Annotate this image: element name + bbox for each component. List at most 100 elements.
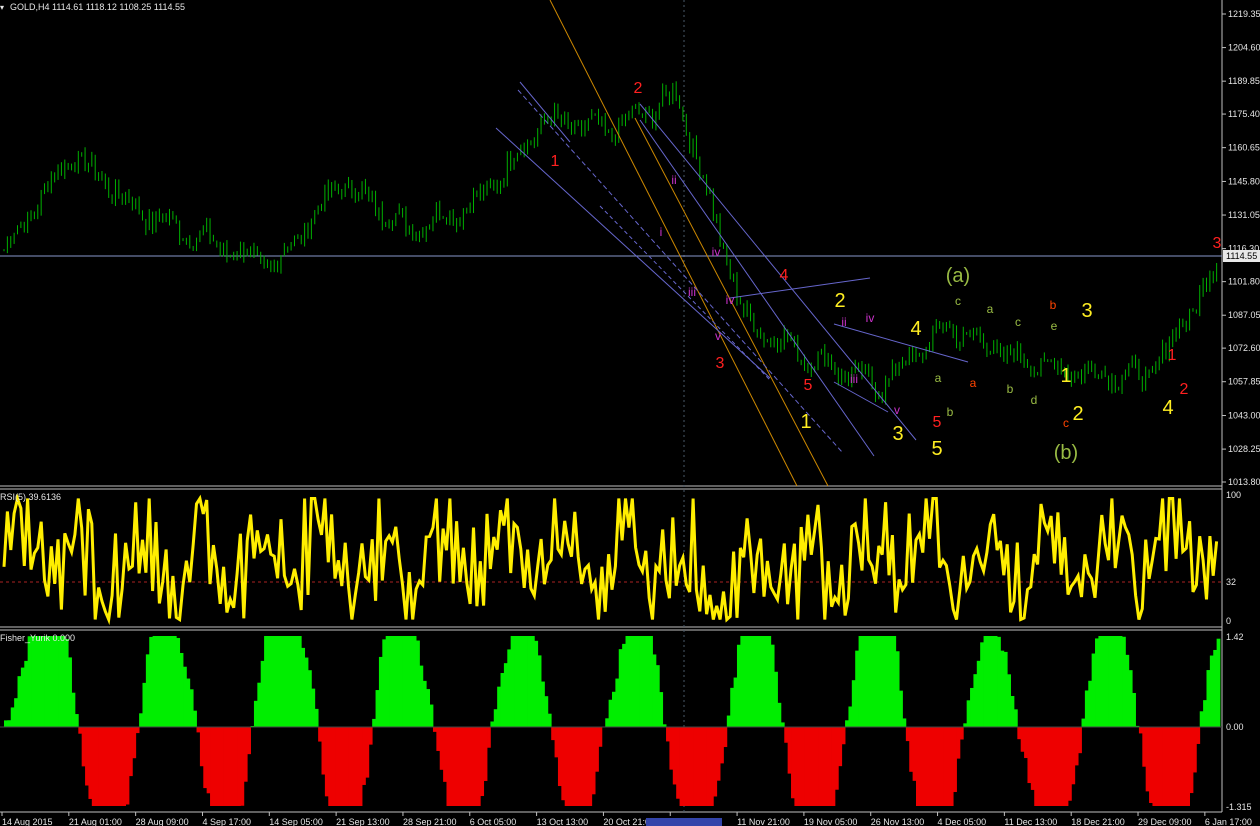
fisher-bar-positive xyxy=(260,660,265,727)
fisher-bar-positive xyxy=(997,636,1001,727)
fisher-bar-positive xyxy=(902,718,907,727)
fisher-bar-negative xyxy=(912,727,917,781)
fisher-bar-positive xyxy=(764,636,768,727)
fisher-bar-negative xyxy=(595,727,599,772)
fisher-bar-positive xyxy=(780,722,785,727)
fisher-bar-negative xyxy=(1165,727,1170,806)
fisher-bar-negative xyxy=(578,727,582,806)
fisher-bar-negative xyxy=(436,727,441,751)
wave-label: (b) xyxy=(1054,442,1078,464)
time-axis-label: 11 Dec 13:00 xyxy=(1004,817,1057,826)
fisher-bar-negative xyxy=(1159,727,1163,806)
fisher-bar-negative xyxy=(669,727,674,770)
fisher-bar-negative xyxy=(666,727,670,742)
fisher-bar-negative xyxy=(814,727,819,806)
fisher-bar-positive xyxy=(861,636,866,727)
fisher-bar-positive xyxy=(882,636,886,727)
fisher-bar-negative xyxy=(1057,727,1062,806)
fisher-bar-negative xyxy=(460,727,464,806)
fisher-bar-positive xyxy=(747,636,751,727)
fisher-bar-negative xyxy=(1024,727,1028,759)
fisher-bar-positive xyxy=(1111,636,1116,727)
fisher-bar-negative xyxy=(1064,727,1069,806)
fisher-bar-negative xyxy=(551,727,555,741)
wave-label: iii xyxy=(850,372,858,386)
fisher-bar-positive xyxy=(172,636,177,727)
fisher-bar-positive xyxy=(14,698,18,727)
time-scroll-marker[interactable] xyxy=(646,818,722,826)
fisher-bar-negative xyxy=(456,727,461,806)
fisher-bar-negative xyxy=(554,727,559,758)
fisher-bar-positive xyxy=(1108,636,1113,727)
fisher-bar-positive xyxy=(267,636,272,727)
fisher-bar-negative xyxy=(943,727,947,806)
fisher-bar-negative xyxy=(118,727,123,806)
fisher-bar-positive xyxy=(1203,700,1207,727)
fisher-bar-positive xyxy=(308,670,312,727)
fisher-bar-positive xyxy=(612,691,616,727)
fisher-bar-positive xyxy=(730,687,734,727)
fisher-bar-negative xyxy=(335,727,339,806)
fisher-bar-negative xyxy=(1054,727,1059,806)
fisher-bar-negative xyxy=(1027,727,1032,784)
fisher-bar-negative xyxy=(247,727,251,755)
fisher-bar-positive xyxy=(54,636,59,727)
fisher-bar-positive xyxy=(976,660,981,727)
fisher-bar-positive xyxy=(304,657,309,727)
fisher-bar-positive xyxy=(17,676,22,727)
fisher-bar-positive xyxy=(639,636,643,727)
fisher-bar-positive xyxy=(872,636,876,727)
fisher-bar-positive xyxy=(865,636,870,727)
fisher-bar-positive xyxy=(625,636,630,727)
fisher-bar-positive xyxy=(1084,690,1089,727)
fisher-bar-negative xyxy=(706,727,711,806)
chart-canvas: 1219.35 1204.60 1189.85 1175.40 1160.65 1145.… xyxy=(0,0,1260,826)
fisher-bar-positive xyxy=(277,636,282,727)
fisher-bar-negative xyxy=(101,727,106,806)
price-axis-label: 1219.35 xyxy=(1228,9,1260,19)
fisher-bar-negative xyxy=(693,727,697,806)
fisher-bar-positive xyxy=(274,636,278,727)
wave-label: d xyxy=(1031,393,1038,407)
fisher-bar-negative xyxy=(112,727,116,806)
fisher-bar-negative xyxy=(1051,727,1055,806)
fisher-bar-positive xyxy=(980,642,984,727)
fisher-bar-positive xyxy=(71,692,76,727)
fisher-bar-positive xyxy=(1007,674,1011,727)
fisher-bar-positive xyxy=(1101,636,1106,727)
fisher-bar-positive xyxy=(41,636,45,727)
fisher-bar-positive xyxy=(652,654,657,727)
fisher-bar-negative xyxy=(794,727,799,806)
fisher-bar-negative xyxy=(811,727,816,806)
fisher-bar-negative xyxy=(362,727,366,785)
price-axis-label: 1013.80 xyxy=(1228,477,1260,487)
time-axis-label: 19 Nov 05:00 xyxy=(804,817,858,826)
wave-label: ii xyxy=(841,315,846,329)
wave-label: v xyxy=(894,403,900,417)
price-axis: 1219.35 1204.60 1189.85 1175.40 1160.65 1145.… xyxy=(1222,9,1260,487)
fisher-bar-negative xyxy=(797,727,802,806)
fisher-bar-positive xyxy=(311,688,316,727)
fisher-bar-negative xyxy=(216,727,221,806)
rsi-axis-bottom: 0 xyxy=(1226,616,1231,626)
fisher-bar-positive xyxy=(392,636,397,727)
fisher-bar-negative xyxy=(1192,727,1197,773)
fisher-bar-positive xyxy=(649,636,653,727)
fisher-bar-positive xyxy=(659,692,664,727)
fisher-bar-positive xyxy=(159,636,164,727)
wave-label: 2 xyxy=(1072,403,1083,425)
fisher-bar-negative xyxy=(1020,727,1025,752)
fisher-bar-positive xyxy=(993,636,998,727)
fisher-bar-negative xyxy=(1169,727,1174,806)
wave-label: 3 xyxy=(716,355,725,372)
fisher-bar-positive xyxy=(895,651,900,727)
wave-label: c xyxy=(1063,416,1069,430)
fisher-bar-positive xyxy=(385,636,390,727)
fisher-bar-positive xyxy=(382,639,387,727)
symbol-dropdown-icon[interactable]: ▾ xyxy=(0,3,4,12)
fisher-bar-negative xyxy=(1047,727,1052,806)
fisher-bar-negative xyxy=(449,727,454,806)
fisher-bar-negative xyxy=(95,727,99,806)
fisher-bar-negative xyxy=(1040,727,1045,806)
fisher-bar-positive xyxy=(183,666,187,727)
